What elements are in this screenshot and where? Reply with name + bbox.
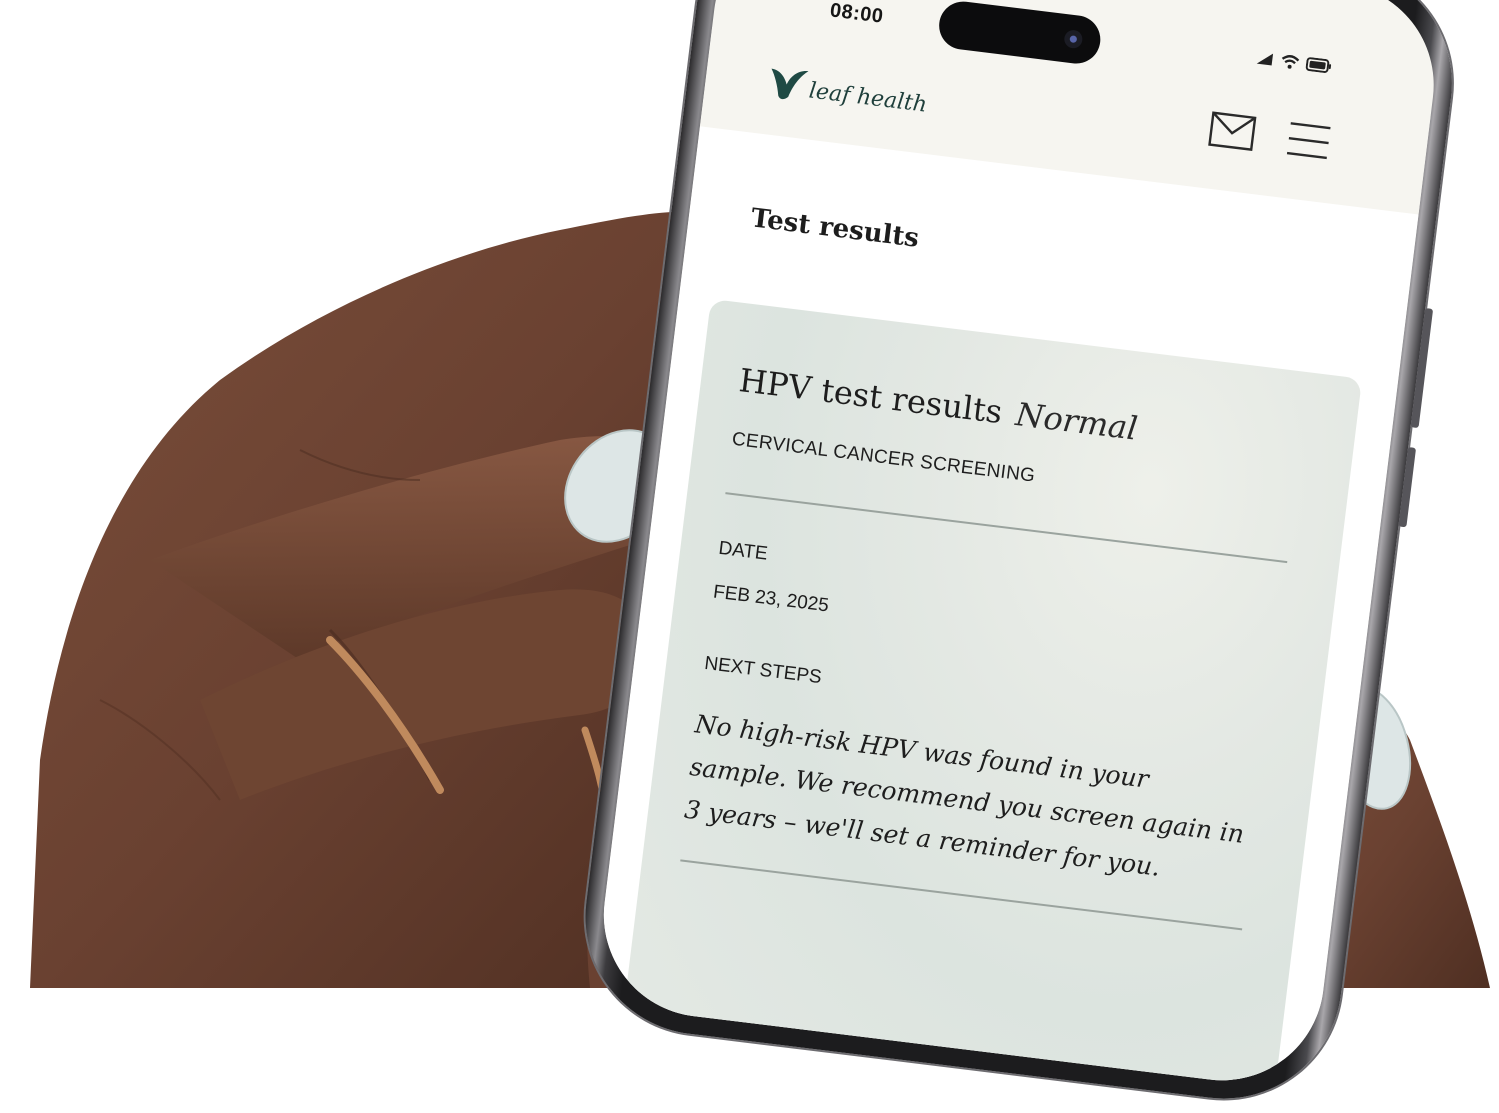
camera-icon [1063, 29, 1084, 50]
card-title: HPV test results [737, 361, 1005, 432]
leaf-bird-icon [771, 68, 809, 100]
status-time: 08:00 [828, 0, 885, 28]
card-heading: HPV test results Normal [737, 361, 1140, 448]
logo[interactable]: leaf health [766, 64, 930, 119]
page-title: Test results [749, 203, 921, 254]
logo-text: leaf health [807, 78, 929, 118]
phone-screen: 08:00 leaf health Test results HPV test … [592, 0, 1446, 1092]
mail-icon[interactable] [1207, 111, 1257, 152]
date-value: FEB 23, 2025 [712, 581, 830, 617]
result-card[interactable]: HPV test results Normal CERVICAL CANCER … [619, 298, 1363, 1092]
dynamic-island [936, 0, 1104, 67]
phone-frame: 08:00 leaf health Test results HPV test … [572, 0, 1466, 1112]
status-icons [1255, 50, 1332, 75]
card-category: CERVICAL CANCER SCREENING [730, 428, 1037, 487]
signal-icon [1256, 53, 1274, 66]
wifi-icon [1281, 55, 1300, 69]
next-steps-label: NEXT STEPS [703, 652, 823, 689]
date-label: DATE [717, 537, 769, 565]
menu-icon[interactable] [1285, 120, 1333, 161]
main-content: Test results HPV test results Normal CER… [592, 126, 1419, 1092]
divider [725, 492, 1288, 564]
result-status: Normal [1013, 395, 1140, 448]
battery-icon [1305, 57, 1332, 73]
